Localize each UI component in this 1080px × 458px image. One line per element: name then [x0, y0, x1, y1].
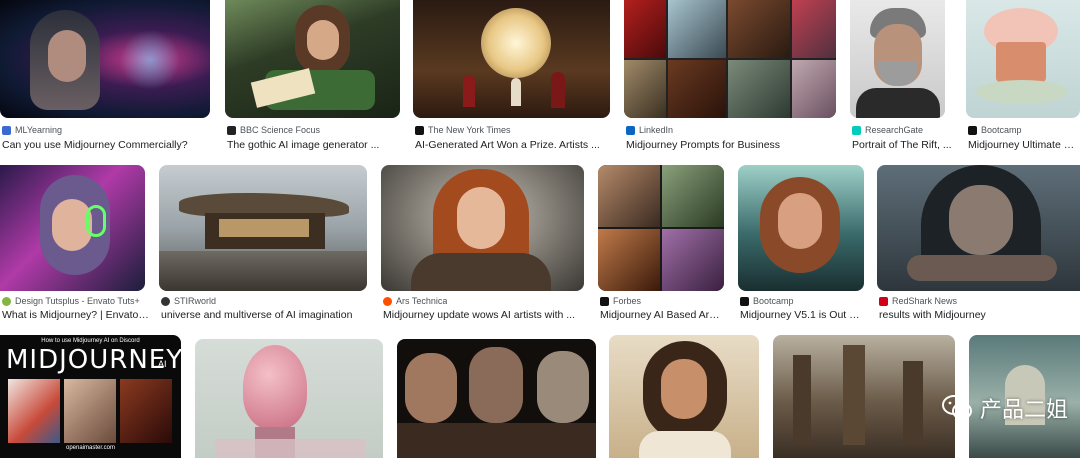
result-title[interactable]: Portrait of The Rift, ... [852, 139, 962, 151]
image-result-card[interactable] [609, 335, 759, 458]
result-title[interactable]: Midjourney Prompts for Business [626, 139, 834, 151]
source-label: Forbes [613, 296, 642, 306]
source-label: LinkedIn [639, 125, 674, 135]
result-source[interactable]: Ars Technica [383, 296, 447, 306]
bootcamp-favicon [740, 296, 749, 306]
result-title[interactable]: What is Midjourney? | Envato ... [2, 309, 150, 321]
woman-portrait-thumbnail[interactable] [609, 335, 759, 458]
image-result-card[interactable] [773, 335, 955, 458]
image-result-card[interactable]: RedShark News results with Midjourney [877, 165, 1080, 323]
forbes-favicon [600, 296, 609, 306]
opera-space-thumbnail[interactable] [413, 0, 610, 118]
result-title[interactable]: universe and multiverse of AI imaginatio… [161, 309, 365, 321]
result-source[interactable]: RedShark News [879, 296, 957, 306]
image-result-card[interactable]: LinkedIn Midjourney Prompts for Business [624, 0, 836, 151]
result-source[interactable]: MLYearning [2, 125, 62, 135]
source-label: Design Tutsplus - Envato Tuts+ [15, 296, 140, 306]
bbc-favicon [227, 125, 236, 135]
red-haired-woman-thumbnail[interactable] [381, 165, 584, 291]
cyberpunk-woman-thumbnail[interactable] [0, 0, 210, 118]
result-source[interactable]: BBC Science Focus [227, 125, 320, 135]
poster-suffix: AI [158, 359, 167, 369]
result-source[interactable]: ResearchGate [852, 125, 923, 135]
midjourney-poster-thumbnail[interactable]: How to use Midjourney AI on Discord MIDJ… [0, 335, 181, 458]
ruins-city-thumbnail[interactable] [773, 335, 955, 458]
researchgate-favicon [852, 125, 861, 135]
four-faces-grid-thumbnail[interactable] [598, 165, 724, 291]
poster-footer: openaimaster.com [65, 445, 116, 451]
image-result-card[interactable]: Design Tutsplus - Envato Tuts+ What is M… [0, 165, 150, 323]
image-result-card[interactable]: BBC Science Focus The gothic AI image ge… [225, 0, 400, 151]
image-result-card[interactable]: Bootcamp Midjourney Ultimate Be... [966, 0, 1080, 151]
result-source[interactable]: The New York Times [415, 125, 511, 135]
watermark-text: 产品二姐 [979, 398, 1068, 423]
source-label: Bootcamp [981, 125, 1022, 135]
gothic-reading-girl-thumbnail[interactable] [225, 0, 400, 118]
watermark: 产品二姐 [941, 392, 1068, 424]
result-source[interactable]: STIRworld [161, 296, 216, 306]
result-title[interactable]: Can you use Midjourney Commercially? [2, 139, 208, 151]
image-result-card[interactable]: The New York Times AI-Generated Art Won … [413, 0, 610, 151]
result-source[interactable]: Forbes [600, 296, 641, 306]
underwater-woman-thumbnail[interactable] [738, 165, 864, 291]
nyt-favicon [415, 125, 424, 135]
source-label: MLYearning [15, 125, 63, 135]
three-men-portrait-thumbnail[interactable] [397, 339, 596, 458]
result-title[interactable]: Midjourney update wows AI artists with .… [383, 309, 582, 321]
source-label: Ars Technica [396, 296, 448, 306]
result-title[interactable]: Midjourney V5.1 is Out a... [740, 309, 862, 321]
source-label: RedShark News [892, 296, 958, 306]
result-source[interactable]: Bootcamp [740, 296, 794, 306]
image-result-card[interactable]: MLYearning Can you use Midjourney Commer… [0, 0, 210, 151]
result-title[interactable]: Midjourney Ultimate Be... [968, 139, 1080, 151]
result-title[interactable]: results with Midjourney [879, 309, 1078, 321]
image-result-card[interactable]: STIRworld universe and multiverse of AI … [159, 165, 367, 323]
image-result-card[interactable]: Ars Technica Midjourney update wows AI a… [381, 165, 584, 323]
hooded-figure-thumbnail[interactable] [877, 165, 1080, 291]
linkedin-favicon [626, 125, 635, 135]
image-result-card[interactable] [397, 339, 596, 458]
stirworld-favicon [161, 296, 170, 306]
result-source[interactable]: Bootcamp [968, 125, 1022, 135]
source-label: The New York Times [428, 125, 511, 135]
neon-headphones-girl-thumbnail[interactable] [0, 165, 145, 291]
wechat-icon [941, 395, 972, 420]
pastel-house-island-thumbnail[interactable] [966, 0, 1080, 118]
bootcamp-favicon [968, 125, 977, 135]
source-label: ResearchGate [865, 125, 924, 135]
result-title[interactable]: Midjourney AI Based Art ... [600, 309, 722, 321]
redshark-favicon [879, 296, 888, 306]
rock-house-thumbnail[interactable] [159, 165, 367, 291]
arstechnica-favicon [383, 296, 392, 306]
image-result-card[interactable]: Bootcamp Midjourney V5.1 is Out a... [738, 165, 864, 323]
image-result-card[interactable]: ResearchGate Portrait of The Rift, ... [850, 0, 952, 151]
source-label: STIRworld [174, 296, 217, 306]
result-source[interactable]: Design Tutsplus - Envato Tuts+ [2, 296, 140, 306]
portrait-collage-thumbnail[interactable] [624, 0, 836, 118]
mlyearning-favicon [2, 125, 11, 135]
envato-favicon [2, 296, 11, 306]
pink-tower-thumbnail[interactable] [195, 339, 383, 458]
poster-header: How to use Midjourney AI on Discord [41, 338, 140, 344]
image-result-card[interactable]: How to use Midjourney AI on Discord MIDJ… [0, 335, 181, 458]
old-man-portrait-thumbnail[interactable] [850, 0, 945, 118]
result-title[interactable]: The gothic AI image generator ... [227, 139, 398, 151]
result-source[interactable]: LinkedIn [626, 125, 673, 135]
poster-title: MIDJOURNEY [6, 345, 181, 375]
source-label: BBC Science Focus [240, 125, 321, 135]
source-label: Bootcamp [753, 296, 794, 306]
result-title[interactable]: AI-Generated Art Won a Prize. Artists ..… [415, 139, 608, 151]
image-result-card[interactable]: Forbes Midjourney AI Based Art ... [598, 165, 724, 323]
image-result-card[interactable] [195, 339, 383, 458]
